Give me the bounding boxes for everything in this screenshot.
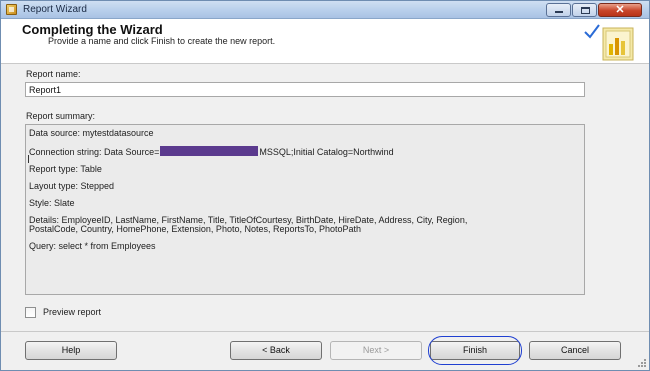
- title-bar: Report Wizard ✕: [1, 1, 649, 19]
- preview-report-label[interactable]: Preview report: [43, 307, 101, 317]
- help-button[interactable]: Help: [25, 341, 117, 360]
- redacted-server-name: [160, 146, 259, 156]
- preview-report-checkbox[interactable]: [25, 307, 36, 318]
- summary-report-type: Report type: Table: [29, 164, 102, 174]
- summary-query: Query: select * from Employees: [29, 241, 156, 251]
- page-subtitle: Provide a name and click Finish to creat…: [48, 36, 276, 46]
- summary-data-source: Data source: mytestdatasource: [29, 128, 154, 138]
- report-wizard-app-icon: [6, 4, 17, 15]
- resize-grip-icon[interactable]: [637, 358, 647, 368]
- maximize-button[interactable]: [572, 3, 597, 17]
- wizard-chart-icon: [584, 24, 634, 61]
- report-summary-label: Report summary:: [26, 111, 96, 121]
- connection-string-suffix: MSSQL;Initial Catalog=Northwind: [259, 147, 394, 157]
- report-summary-box[interactable]: Data source: mytestdatasource Connection…: [25, 124, 585, 295]
- close-button[interactable]: ✕: [598, 3, 642, 17]
- back-button[interactable]: < Back: [230, 341, 322, 360]
- report-name-label: Report name:: [26, 69, 81, 79]
- text-caret: [28, 155, 29, 163]
- summary-connection-string: Connection string: Data Source= MSSQL;Ini…: [29, 146, 394, 157]
- finish-button[interactable]: Finish: [430, 341, 520, 360]
- wizard-header: Completing the Wizard Provide a name and…: [1, 19, 649, 64]
- footer-divider: [1, 331, 649, 332]
- maximize-icon: [581, 7, 590, 14]
- cancel-button[interactable]: Cancel: [529, 341, 621, 360]
- minimize-icon: [555, 11, 563, 13]
- report-wizard-window: Report Wizard ✕ Completing the Wizard Pr…: [0, 0, 650, 371]
- connection-string-prefix: Connection string: Data Source=: [29, 147, 160, 157]
- summary-details-line-2: PostalCode, Country, HomePhone, Extensio…: [29, 224, 362, 234]
- minimize-button[interactable]: [546, 3, 571, 17]
- summary-style: Style: Slate: [29, 198, 75, 208]
- close-icon: ✕: [615, 4, 625, 16]
- report-name-input[interactable]: [25, 82, 585, 97]
- page-title: Completing the Wizard: [22, 22, 163, 37]
- window-title: Report Wizard: [23, 4, 87, 15]
- next-button[interactable]: Next >: [330, 341, 422, 360]
- summary-layout-type: Layout type: Stepped: [29, 181, 115, 191]
